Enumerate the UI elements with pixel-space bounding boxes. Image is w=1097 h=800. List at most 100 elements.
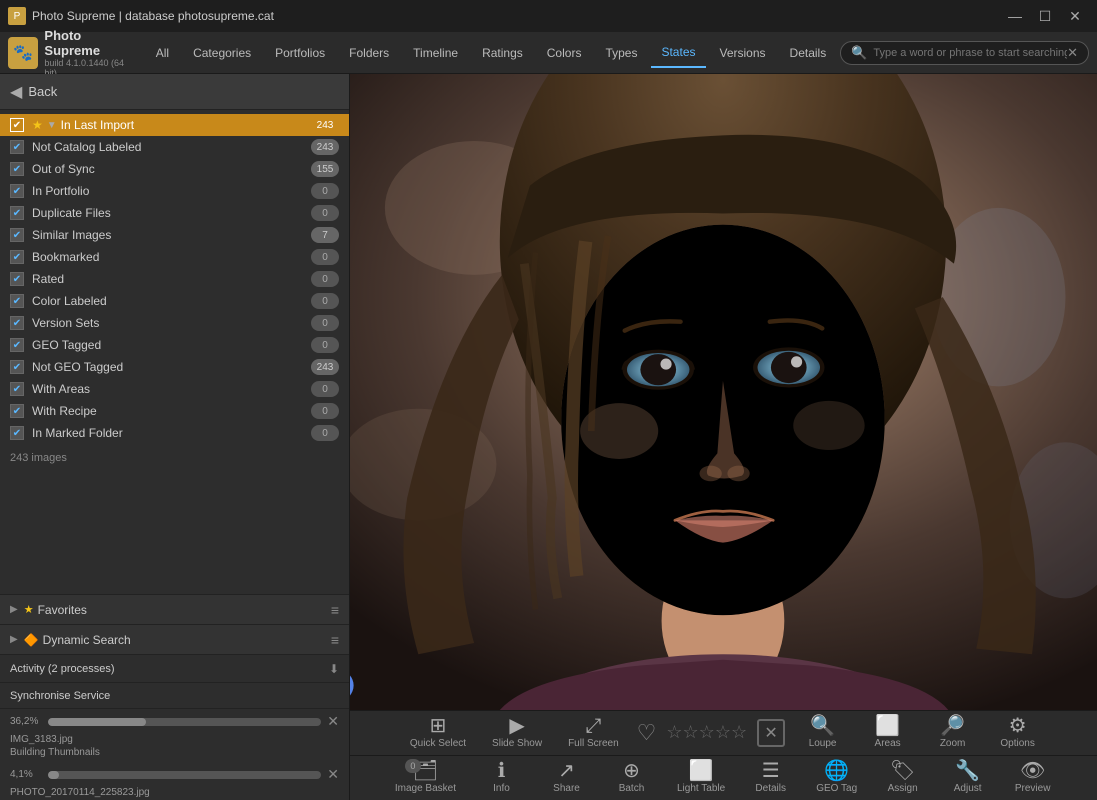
state-label: Not Catalog Labeled: [32, 140, 311, 154]
adjust-button[interactable]: 🔧 Adjust: [940, 757, 995, 798]
back-arrow-icon[interactable]: ◀: [10, 82, 22, 102]
state-checkbox: ✔: [10, 140, 24, 154]
preview-button[interactable]: 👁 Preview: [1005, 757, 1060, 798]
progress-filename-1: IMG_3183.jpg: [0, 734, 349, 747]
state-badge: 0: [311, 293, 339, 309]
batch-icon: ⊕: [623, 761, 640, 781]
assign-button[interactable]: 🏷 Assign: [875, 757, 930, 798]
state-label: In Last Import: [61, 118, 311, 132]
image-basket-button[interactable]: 🗂 0 Image Basket: [387, 757, 464, 798]
back-bar: ◀ Back: [0, 74, 349, 110]
state-item-not-catalog-labeled[interactable]: ✔ Not Catalog Labeled 243: [0, 136, 349, 158]
state-item-rated[interactable]: ✔ Rated 0: [0, 268, 349, 290]
minimize-button[interactable]: —: [1001, 2, 1029, 30]
quick-select-icon: ⊞: [430, 716, 447, 736]
dynamic-search-panel[interactable]: ▶ 🔶 Dynamic Search ≡: [0, 625, 349, 655]
star-3-icon[interactable]: ☆: [699, 722, 715, 743]
nav-tab-portfolios[interactable]: Portfolios: [265, 38, 335, 68]
light-table-button[interactable]: ⬜ Light Table: [669, 757, 733, 798]
state-label: In Marked Folder: [32, 426, 311, 440]
progress-pct-2: 4,1%: [10, 769, 42, 780]
search-input[interactable]: [873, 47, 1067, 59]
preview-label: Preview: [1015, 783, 1051, 794]
nav-tab-folders[interactable]: Folders: [339, 38, 399, 68]
star-5-icon[interactable]: ☆: [731, 722, 747, 743]
close-button[interactable]: ✕: [1061, 2, 1089, 30]
areas-label: Areas: [875, 738, 901, 749]
state-item-similar-images[interactable]: ✔ Similar Images 7: [0, 224, 349, 246]
share-label: Share: [553, 783, 580, 794]
app-icon: P: [8, 7, 26, 25]
star-1-icon[interactable]: ☆: [666, 722, 682, 743]
maximize-button[interactable]: ☐: [1031, 2, 1059, 30]
state-label: Duplicate Files: [32, 206, 311, 220]
state-item-in-last-import[interactable]: ✔ ★ ▼ In Last Import 243: [0, 114, 349, 136]
zoom-button[interactable]: 🔎 Zoom: [925, 712, 980, 753]
state-item-duplicate-files[interactable]: ✔ Duplicate Files 0: [0, 202, 349, 224]
state-badge: 0: [311, 337, 339, 353]
adjust-label: Adjust: [954, 783, 982, 794]
state-badge: 243: [311, 359, 339, 375]
geo-tag-label: GEO Tag: [816, 783, 857, 794]
nav-tab-timeline[interactable]: Timeline: [403, 38, 468, 68]
state-item-in-marked-folder[interactable]: ✔ In Marked Folder 0: [0, 422, 349, 444]
nav-tab-details[interactable]: Details: [780, 38, 837, 68]
state-item-not-geo-tagged[interactable]: ✔ Not GEO Tagged 243: [0, 356, 349, 378]
search-clear-icon[interactable]: ✕: [1067, 45, 1078, 61]
info-label: Info: [493, 783, 510, 794]
nav-tab-all[interactable]: All: [146, 38, 179, 68]
slide-show-button[interactable]: ▶ Slide Show: [484, 712, 550, 753]
nav-tab-categories[interactable]: Categories: [183, 38, 261, 68]
star-4-icon[interactable]: ☆: [715, 722, 731, 743]
nav-tab-ratings[interactable]: Ratings: [472, 38, 533, 68]
app-name-block: Photo Supreme build 4.1.0.1440 (64 bit): [44, 28, 135, 78]
image-count: 243 images: [0, 444, 349, 472]
heart-icon[interactable]: ♡: [637, 722, 657, 744]
star-2-icon[interactable]: ☆: [683, 722, 699, 743]
options-button[interactable]: ⚙ Options: [990, 712, 1045, 753]
state-item-with-areas[interactable]: ✔ With Areas 0: [0, 378, 349, 400]
panel-menu-icon[interactable]: ≡: [331, 632, 339, 648]
progress-bar-inner-2: [48, 771, 59, 779]
state-badge: 243: [311, 117, 339, 133]
info-button[interactable]: ℹ Info: [474, 757, 529, 798]
reject-button[interactable]: ✕: [757, 719, 785, 747]
nav-tab-types[interactable]: Types: [595, 38, 647, 68]
progress-cancel-2[interactable]: ✕: [327, 766, 339, 783]
state-item-geo-tagged[interactable]: ✔ GEO Tagged 0: [0, 334, 349, 356]
details-icon: ☰: [762, 761, 780, 781]
state-item-in-portfolio[interactable]: ✔ In Portfolio 0: [0, 180, 349, 202]
state-item-version-sets[interactable]: ✔ Version Sets 0: [0, 312, 349, 334]
toolbar-bottom-row: 🗂 0 Image Basket ℹ Info ↗ Share ⊕ Batch: [350, 756, 1097, 800]
state-checkbox: ✔: [10, 184, 24, 198]
quick-select-button[interactable]: ⊞ Quick Select: [402, 712, 474, 753]
search-box[interactable]: 🔍 ✕: [840, 41, 1089, 65]
areas-button[interactable]: ⬜ Areas: [860, 712, 915, 753]
batch-button[interactable]: ⊕ Batch: [604, 757, 659, 798]
loupe-button[interactable]: 🔍 Loupe: [795, 712, 850, 753]
panel-menu-icon[interactable]: ≡: [331, 602, 339, 618]
state-item-color-labeled[interactable]: ✔ Color Labeled 0: [0, 290, 349, 312]
activity-expand-icon[interactable]: ⬇: [329, 662, 339, 676]
state-checkbox: ✔: [10, 316, 24, 330]
preview-area[interactable]: ◀: [350, 74, 1097, 710]
favorites-panel[interactable]: ▶ ★ Favorites ≡: [0, 595, 349, 625]
progress-cancel-1[interactable]: ✕: [327, 713, 339, 730]
share-button[interactable]: ↗ Share: [539, 757, 594, 798]
geo-tag-button[interactable]: 🌐 GEO Tag: [808, 757, 865, 798]
progress-bar-outer-2: [48, 771, 321, 779]
back-label[interactable]: Back: [28, 84, 57, 99]
state-checkbox: ✔: [10, 294, 24, 308]
app-logo: 🐾 Photo Supreme build 4.1.0.1440 (64 bit…: [8, 28, 136, 78]
nav-tab-colors[interactable]: Colors: [537, 38, 592, 68]
state-checkbox: ✔: [10, 404, 24, 418]
state-badge: 243: [311, 139, 339, 155]
nav-tab-versions[interactable]: Versions: [710, 38, 776, 68]
details-button[interactable]: ☰ Details: [743, 757, 798, 798]
state-item-with-recipe[interactable]: ✔ With Recipe 0: [0, 400, 349, 422]
nav-tab-states[interactable]: States: [651, 38, 705, 68]
state-item-out-of-sync[interactable]: ✔ Out of Sync 155: [0, 158, 349, 180]
full-screen-button[interactable]: ⤢ Full Screen: [560, 712, 627, 753]
state-item-bookmarked[interactable]: ✔ Bookmarked 0: [0, 246, 349, 268]
panel-expand-icon: ▶: [10, 634, 18, 645]
